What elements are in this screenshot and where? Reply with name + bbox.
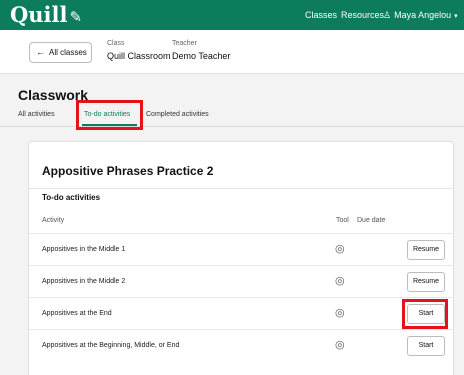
chevron-down-icon: ▾ [454,13,458,20]
target-icon: ◎ [335,275,345,287]
user-icon: ♙ [383,10,392,20]
tab-all-activities[interactable]: All activities [18,111,55,118]
resume-button[interactable]: Resume [407,272,445,292]
target-icon: ◎ [335,243,345,255]
user-name: Maya Angelou [394,10,452,20]
arrow-left-icon: ← [36,47,45,57]
class-name: Quill Classroom [107,51,171,61]
top-navbar: Quill ✎ Classes Resources ♙ Maya Angelou ▾ [0,0,464,30]
all-classes-label: All classes [49,48,87,57]
teacher-name: Demo Teacher [172,51,231,61]
activity-row: Appositives in the Middle 2 ◎ Resume [29,265,453,297]
activity-row: Appositives at the Beginning, Middle, or… [29,329,453,361]
tab-highlight-box [76,100,143,130]
target-icon: ◎ [335,307,345,319]
quill-logo[interactable]: Quill ✎ [10,2,82,30]
card-divider [29,188,453,189]
unit-card: Appositive Phrases Practice 2 To-do acti… [28,141,454,375]
start-button-highlight-box [402,299,448,329]
activity-name[interactable]: Appositives in the Middle 1 [42,246,125,253]
column-header-due-date: Due date [357,217,386,224]
tab-completed-activities[interactable]: Completed activities [146,111,209,118]
section-title: To-do activities [42,193,101,202]
logo-text: Quill [10,2,68,27]
tabs-divider [0,126,464,127]
user-menu[interactable]: ♙ Maya Angelou ▾ [383,9,458,23]
nav-resources-link[interactable]: Resources [341,9,384,21]
activity-row: Appositives at the End ◎ Start [29,297,453,329]
activity-name[interactable]: Appositives in the Middle 2 [42,278,125,285]
teacher-label: Teacher [172,40,197,47]
unit-title: Appositive Phrases Practice 2 [42,164,214,178]
pen-icon: ✎ [69,8,83,26]
class-label: Class [107,40,125,47]
resume-button[interactable]: Resume [407,240,445,260]
column-header-activity: Activity [42,217,65,224]
column-header-tool: Tool [336,217,349,224]
class-bar: ← All classes Class Quill Classroom Teach… [0,30,464,74]
start-button[interactable]: Start [407,336,445,356]
activity-name[interactable]: Appositives at the Beginning, Middle, or… [42,342,179,349]
nav-classes-link[interactable]: Classes [305,9,337,21]
target-icon: ◎ [335,339,345,351]
activity-row: Appositives in the Middle 1 ◎ Resume [29,233,453,265]
activity-name[interactable]: Appositives at the End [42,310,112,317]
all-classes-button[interactable]: ← All classes [29,42,92,63]
